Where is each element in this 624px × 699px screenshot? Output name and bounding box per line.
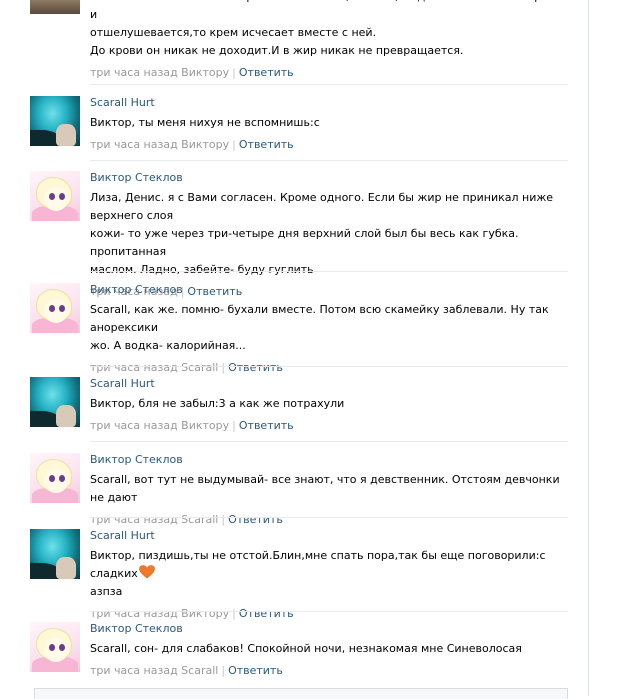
divider [90, 517, 568, 518]
reply-link[interactable]: Ответить [228, 513, 283, 526]
comment-time[interactable]: три часа назад Виктору [90, 138, 229, 151]
comment-meta: три часа назад Scarall | Ответить [90, 513, 570, 527]
comment-text-segment: Виктор, пиздишь,ты не отстой.Блин,мне сп… [90, 549, 546, 580]
comment-meta: три часа назад Виктору | Ответить [90, 138, 570, 152]
comment-author[interactable]: Виктор Стеклов [90, 171, 570, 185]
avatar[interactable] [30, 283, 80, 333]
comment-time[interactable]: три часа назад Виктору [90, 607, 229, 620]
comment-time[interactable]: три часа назад Scarall [90, 361, 218, 374]
comment-text: Лиза, Денис. я с Вами согласен. Кроме од… [90, 189, 570, 279]
comment-text-line: кожи- то уже через три-четыре дня верхни… [90, 227, 519, 258]
comment-meta: три часа назад Scarall | Ответить [90, 664, 570, 678]
comment-author[interactable]: Scarall Hurt [90, 377, 570, 391]
page-right-border [588, 0, 589, 696]
comment-text-line: Виктор, бля не забыл:3 а как же потрахул… [90, 397, 345, 410]
avatar[interactable] [30, 96, 80, 146]
comment-author[interactable]: Виктор Стеклов [90, 622, 570, 636]
reply-link[interactable]: Ответить [239, 138, 294, 151]
comment-text: немного впитываются в верхний слой кожи,… [90, 0, 570, 60]
comment-text: Виктор, бля не забыл:3 а как же потрахул… [90, 395, 570, 413]
reply-link[interactable]: Ответить [239, 419, 294, 432]
comment-text: Scarall, вот тут не выдумывай- все знают… [90, 471, 570, 507]
avatar[interactable] [30, 0, 80, 14]
meta-separator: | [232, 607, 236, 620]
avatar[interactable] [30, 171, 80, 221]
comment-text-line: отшелушевается,то крем исчесает вместе с… [90, 26, 377, 39]
comment-text-line: Scarall, сон- для слабаков! Спокойной но… [90, 642, 522, 655]
divider [90, 160, 568, 161]
comment-text-line: Лиза, Денис. я с Вами согласен. Кроме од… [90, 191, 554, 222]
divider [90, 271, 568, 272]
avatar[interactable] [30, 377, 80, 427]
comment-text: Scarall, как же. помню- бухали вместе. П… [90, 301, 570, 355]
divider [90, 366, 568, 367]
comment-text-line: немного впитываются в верхний слой кожи,… [90, 0, 561, 21]
comment-author[interactable]: Scarall Hurt [90, 96, 570, 110]
comment-text: Scarall, сон- для слабаков! Спокойной но… [90, 640, 570, 658]
comment-time[interactable]: три часа назад Scarall [90, 664, 218, 677]
comment-text: Виктор, пиздишь,ты не отстой.Блин,мне сп… [90, 547, 570, 601]
comment-author[interactable]: Scarall Hurt [90, 529, 570, 543]
comment-meta: три часа назад Scarall | Ответить [90, 361, 570, 375]
divider [90, 441, 568, 442]
meta-separator: | [232, 138, 236, 151]
meta-separator: | [232, 419, 236, 432]
meta-separator: | [221, 664, 226, 677]
reply-link[interactable]: Ответить [228, 361, 283, 374]
comment-time[interactable]: три часа назад Виктору [90, 66, 229, 79]
divider [90, 84, 568, 85]
avatar[interactable] [30, 529, 80, 579]
divider [90, 611, 568, 612]
comment-text-line: Scarall, как же. помню- бухали вместе. П… [90, 303, 549, 334]
meta-separator: | [221, 513, 226, 526]
avatar[interactable] [30, 453, 80, 503]
reply-link[interactable]: Ответить [239, 607, 294, 620]
comment-text: Виктор, ты меня нихуя не вспомнишь:с [90, 114, 570, 132]
comment-meta: три часа назад Виктору | Ответить [90, 66, 570, 80]
comment-text-line: До крови он никак не доходит.И в жир ник… [90, 44, 464, 57]
comment-meta: три часа назад Виктору | Ответить [90, 607, 570, 621]
comment-text-line: Виктор, ты меня нихуя не вспомнишь:с [90, 116, 320, 129]
comment-text-line: жо. А водка- калорийная... [90, 339, 246, 352]
avatar[interactable] [30, 622, 80, 672]
comment-text-line: Виктор, пиздишь,ты не отстой.Блин,мне сп… [90, 547, 570, 583]
comment-text-line: маслом. Ладно, забейте- буду гуглить [90, 263, 314, 276]
comment-input-box[interactable] [34, 688, 568, 699]
meta-separator: | [221, 361, 226, 374]
comment-text-line: азпза [90, 585, 123, 598]
reply-link[interactable]: Ответить [239, 66, 294, 79]
comment-time[interactable]: три часа назад Scarall [90, 513, 218, 526]
meta-separator: | [232, 66, 236, 79]
comment-text-line: Scarall, вот тут не выдумывай- все знают… [90, 473, 560, 504]
comment-author[interactable]: Виктор Стеклов [90, 283, 570, 297]
reply-link[interactable]: Ответить [228, 664, 283, 677]
orange-heart-icon [138, 565, 155, 579]
comment-author[interactable]: Виктор Стеклов [90, 453, 570, 467]
comment-meta: три часа назад Виктору | Ответить [90, 419, 570, 433]
comment-time[interactable]: три часа назад Виктору [90, 419, 229, 432]
